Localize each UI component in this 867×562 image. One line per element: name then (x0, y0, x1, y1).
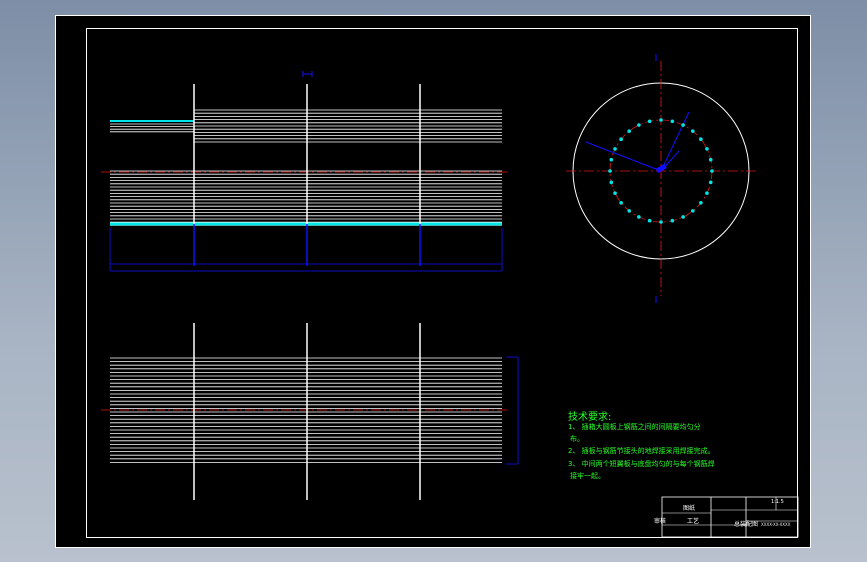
rebar-hole (613, 147, 617, 151)
tech-requirement-1-cont: 布。 (570, 435, 584, 443)
title-block-approve: 审核 (654, 518, 667, 525)
title-block-title: 总装配图 (734, 521, 759, 528)
rebar-hole (659, 118, 663, 122)
rebar-hole (627, 129, 632, 133)
rebar-hole (619, 137, 623, 142)
drawing-sheet: 技术要求: 1、 插箱大圆板上钢筋之间的间隔要均匀分 布。 2、 插板与钢筋节接… (55, 15, 811, 548)
leader-line (660, 111, 690, 172)
rebar-hole (705, 191, 709, 195)
rebar-hole (609, 157, 614, 162)
rebar-hole (608, 169, 612, 173)
rebar-hole (699, 200, 703, 205)
circle-view (566, 54, 756, 303)
title-block-craft: 工艺 (687, 518, 700, 525)
rebar-hole (627, 209, 632, 213)
rebar-hole (708, 157, 713, 162)
rebar-hole (670, 119, 675, 124)
leader-line (585, 141, 662, 172)
rebar-hole (619, 200, 623, 205)
rebar-hole (710, 169, 714, 173)
front-view (101, 71, 508, 272)
rebar-hole (699, 137, 703, 142)
rebar-hole (637, 215, 641, 219)
rebar-hole (681, 215, 685, 219)
rebar-hole (637, 123, 641, 127)
title-block-scale: 1:1.5 (771, 499, 784, 505)
tech-requirement-1: 1、 插箱大圆板上钢筋之间的间隔要均匀分 (568, 423, 701, 431)
rebar-hole (670, 218, 675, 223)
rebar-hole (609, 180, 614, 185)
rebar-hole (708, 180, 713, 185)
tech-requirements-title: 技术要求: (568, 412, 612, 423)
rebar-hole (659, 220, 663, 224)
bottom-view (101, 323, 519, 500)
title-block-code: XXXX-XX-XXXX (761, 522, 791, 527)
rebar-hole (613, 191, 617, 195)
tech-requirement-3-cont: 接牢一起。 (570, 472, 605, 480)
rebar-hole (647, 218, 652, 223)
rebar-hole (690, 209, 695, 213)
tech-requirement-3: 3、 中间两个短翼板与底盘均匀的与每个钢筋焊 (568, 460, 715, 468)
rebar-hole (690, 129, 695, 133)
tech-requirement-2: 2、 插板与钢筋节接头的地焊接采用焊接完成。 (568, 447, 715, 455)
rebar-hole (647, 119, 652, 124)
title-block-name: 图纸 (683, 505, 696, 512)
rebar-hole (681, 123, 685, 127)
rebar-hole (705, 147, 709, 151)
